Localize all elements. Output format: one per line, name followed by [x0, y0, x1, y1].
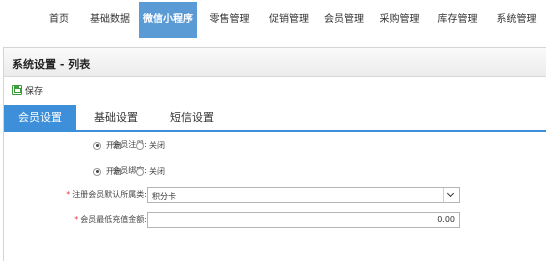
member-bind-on-radio[interactable]: 开启 [93, 166, 122, 177]
panel-header: 系统设置 - 列表 [4, 48, 546, 77]
member-bind-row: 会员绑定: 开启 关闭 [4, 163, 546, 179]
default-type-label: 注册会员默认所属类: [66, 189, 147, 200]
settings-panel: 系统设置 - 列表 保存 会员设置 基础设置 短信设置 会员注册: 开启 关闭 … [3, 47, 546, 261]
radio-label: 关闭 [149, 167, 165, 176]
nav-item-retail[interactable]: 零售管理 [198, 2, 261, 38]
nav-item-inventory[interactable]: 库存管理 [428, 2, 487, 38]
member-bind-radio-group: 开启 关闭 [93, 166, 179, 177]
dropdown-button[interactable] [443, 188, 459, 202]
tab-basic-settings[interactable]: 基础设置 [82, 105, 150, 131]
settings-tabs: 会员设置 基础设置 短信设置 [4, 105, 546, 132]
radio-checked-icon [93, 167, 101, 176]
nav-item-wechat-miniprogram[interactable]: 微信小程序 [139, 2, 197, 38]
save-icon [12, 85, 22, 95]
tab-member-settings[interactable]: 会员设置 [4, 105, 76, 131]
default-type-select[interactable]: 积分卡 [147, 187, 460, 203]
radio-label: 关闭 [149, 141, 165, 150]
member-register-row: 会员注册: 开启 关闭 [4, 137, 546, 153]
nav-item-promotion[interactable]: 促销管理 [261, 2, 317, 38]
default-type-row: 注册会员默认所属类: 积分卡 [4, 187, 546, 203]
radio-checked-icon [93, 141, 101, 150]
chevron-down-icon [446, 189, 455, 198]
default-type-value: 积分卡 [152, 192, 176, 201]
nav-item-system[interactable]: 系统管理 [487, 2, 546, 38]
member-register-radio-group: 开启 关闭 [93, 140, 179, 151]
radio-unchecked-icon [136, 141, 144, 150]
nav-item-home[interactable]: 首页 [36, 2, 82, 38]
tab-sms-settings[interactable]: 短信设置 [156, 105, 228, 131]
radio-label: 开启 [106, 141, 122, 150]
member-register-on-radio[interactable]: 开启 [93, 140, 122, 151]
save-label: 保存 [25, 86, 44, 97]
save-button[interactable]: 保存 [12, 84, 44, 97]
min-recharge-input[interactable]: 0.00 [147, 212, 460, 228]
min-recharge-label: 会员最低充值金额: [74, 214, 147, 225]
page-title: 系统设置 - 列表 [12, 58, 91, 71]
top-nav: 首页 基础数据 微信小程序 零售管理 促销管理 会员管理 采购管理 库存管理 系… [0, 0, 546, 40]
min-recharge-row: 会员最低充值金额: 0.00 [4, 212, 546, 228]
member-register-off-radio[interactable]: 关闭 [136, 140, 165, 151]
nav-item-basic-data[interactable]: 基础数据 [82, 2, 138, 38]
radio-label: 开启 [106, 167, 122, 176]
radio-unchecked-icon [136, 167, 144, 176]
nav-item-member[interactable]: 会员管理 [317, 2, 371, 38]
member-bind-off-radio[interactable]: 关闭 [136, 166, 165, 177]
nav-item-purchase[interactable]: 采购管理 [371, 2, 428, 38]
